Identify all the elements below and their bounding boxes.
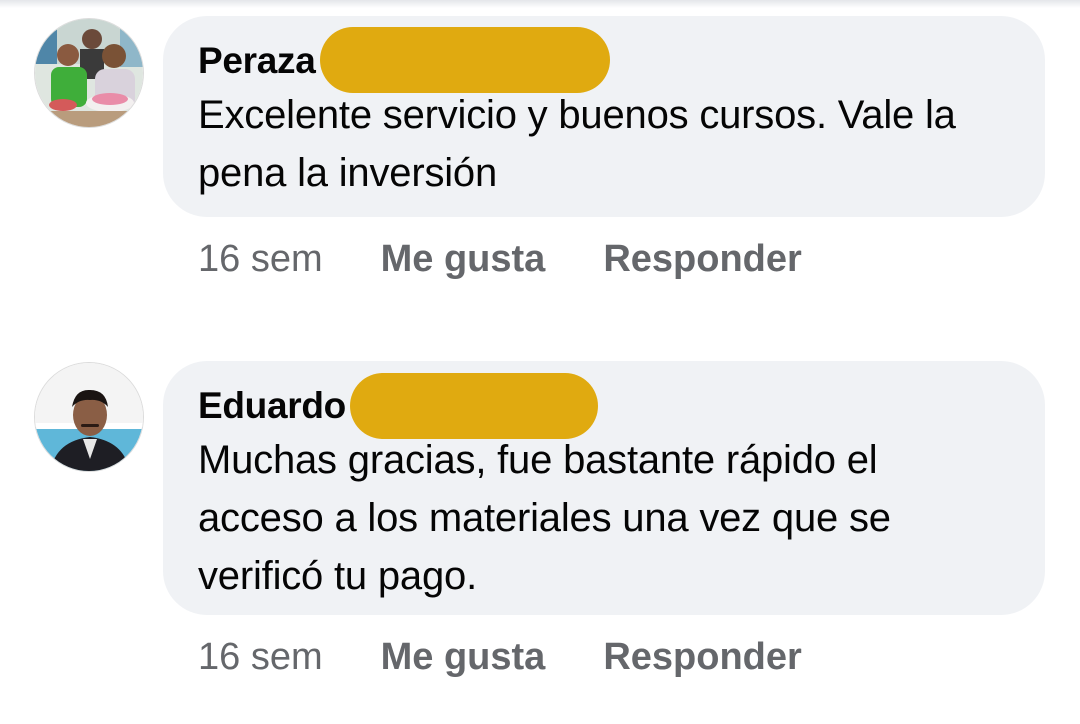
redaction-mark (349, 373, 598, 439)
reply-button[interactable]: Responder (603, 238, 801, 281)
comment-text: Excelente servicio y buenos cursos. Vale… (198, 93, 956, 195)
comment-bubble: Peraza Excelente servicio y buenos curso… (163, 16, 1045, 217)
comment-text: Muchas gracias, fue bastante rápido el a… (198, 438, 891, 598)
comment-timestamp[interactable]: 16 sem (198, 636, 323, 679)
comment-actions: 16 sem Me gusta Responder (198, 234, 802, 284)
like-button[interactable]: Me gusta (381, 636, 546, 679)
comment-timestamp[interactable]: 16 sem (198, 238, 323, 281)
comment-author[interactable]: Eduardo (198, 383, 346, 429)
comment-author[interactable]: Peraza (198, 38, 316, 84)
reply-button[interactable]: Responder (603, 636, 801, 679)
comment-actions: 16 sem Me gusta Responder (198, 632, 802, 682)
top-divider (0, 0, 1080, 8)
redaction-mark (319, 27, 610, 93)
avatar[interactable] (34, 18, 144, 128)
avatar[interactable] (34, 362, 144, 472)
comment-bubble: Eduardo Muchas gracias, fue bastante ráp… (163, 361, 1045, 615)
like-button[interactable]: Me gusta (381, 238, 546, 281)
